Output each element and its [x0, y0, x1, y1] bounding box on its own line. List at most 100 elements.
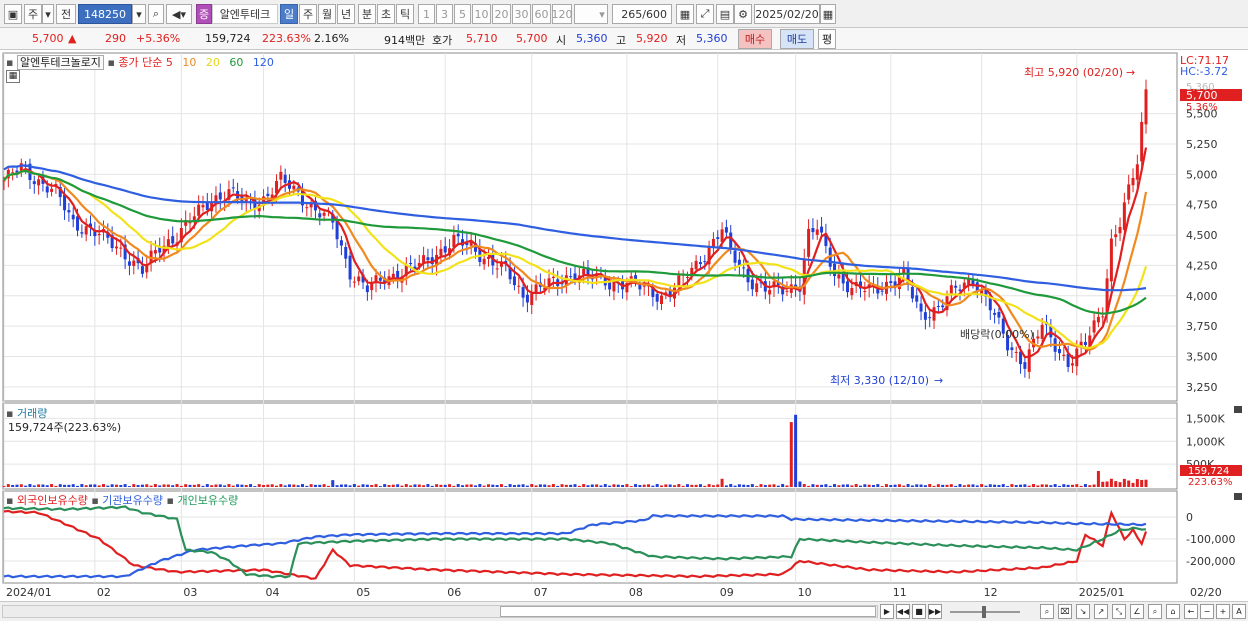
volume-bar	[936, 484, 940, 487]
candle-body	[785, 290, 789, 292]
volume-bar	[491, 484, 495, 487]
volume-bar	[240, 484, 244, 487]
volume-bar	[296, 485, 300, 487]
volume-bar	[884, 484, 888, 487]
pan-icon[interactable]: ←	[1184, 604, 1198, 619]
magnify-icon[interactable]: ⌕	[1148, 604, 1162, 619]
calendar-icon[interactable]: ▦	[820, 4, 836, 24]
volume-bar	[638, 485, 642, 487]
candle-body	[197, 204, 201, 216]
interval-20[interactable]: 20	[492, 4, 511, 24]
interval-60[interactable]: 60	[532, 4, 551, 24]
search-icon[interactable]: ⌕	[148, 4, 164, 24]
volume-bar	[846, 484, 850, 487]
period-second[interactable]: 초	[377, 4, 395, 24]
scroll-thumb[interactable]	[500, 606, 876, 617]
custom-interval-input[interactable]: ▾	[574, 4, 608, 24]
zoom-slider-handle[interactable]	[982, 606, 986, 618]
volume-bar	[521, 484, 525, 487]
stock-fullname[interactable]: 알엔투테크놀로지	[16, 55, 104, 70]
angle-tool-icon[interactable]: ∠	[1130, 604, 1144, 619]
candle-body	[439, 248, 443, 256]
y-tick-label: 4,000	[1186, 290, 1218, 303]
window-icon[interactable]: ▣	[4, 4, 22, 24]
sell-button[interactable]: 매도	[780, 29, 814, 49]
volume-bar	[179, 485, 183, 487]
market-prefix[interactable]: 전	[56, 4, 76, 24]
lock-icon[interactable]: ⌂	[1166, 604, 1180, 619]
trend-tool-icon[interactable]: ⤡	[1112, 604, 1126, 619]
stop-icon[interactable]: ■	[912, 604, 926, 619]
period-tick[interactable]: 틱	[396, 4, 414, 24]
candle-body	[1140, 121, 1144, 162]
interval-30[interactable]: 30	[512, 4, 531, 24]
volume-bar	[841, 484, 845, 487]
volume-value: 159,724	[205, 32, 251, 45]
volume-bar	[616, 484, 620, 487]
font-size-icon[interactable]: A	[1232, 604, 1246, 619]
zoom-icon[interactable]: ⌕	[1040, 604, 1054, 619]
interval-1[interactable]: 1	[418, 4, 435, 24]
volume-bar	[763, 485, 767, 487]
stock-name[interactable]: 알엔투테크	[212, 4, 278, 24]
market-dropdown-icon[interactable]: ▾	[42, 4, 54, 24]
period-year[interactable]: 년	[337, 4, 355, 24]
volume-bar	[58, 484, 62, 487]
stock-chart[interactable]: 5,5005,2505,0004,7504,5004,2504,0003,750…	[0, 51, 1248, 601]
candle-body	[685, 276, 689, 278]
volume-bar	[871, 485, 875, 487]
interval-10[interactable]: 10	[472, 4, 491, 24]
code-dropdown-icon[interactable]: ▾	[132, 4, 146, 24]
date-input[interactable]: 2025/02/20	[754, 4, 820, 24]
buy-button[interactable]: 매수	[738, 29, 772, 49]
crosshair-icon[interactable]: ↘	[1076, 604, 1090, 619]
candle-body	[1122, 202, 1126, 230]
settings-gear-icon[interactable]: ⚙	[734, 4, 752, 24]
volume-bar	[538, 484, 542, 487]
candle-body	[1036, 336, 1040, 339]
period-month[interactable]: 월	[318, 4, 336, 24]
bottom-scrollbar[interactable]: ▶ ◀◀ ■ ▶▶ ⌕ ⌧ ↘ ↗ ⤡ ∠ ⌕ ⌂ ← − + A	[0, 601, 1248, 621]
holdings-pane-close-icon[interactable]	[1234, 493, 1242, 500]
scroll-right-icon[interactable]: ▶	[880, 604, 894, 619]
stock-code-input[interactable]: 148250	[78, 4, 132, 24]
period-minute[interactable]: 분	[358, 4, 376, 24]
count-input[interactable]: 265/600	[612, 4, 672, 24]
scroll-next-icon[interactable]: ▶▶	[928, 604, 942, 619]
stock-code-value: 148250	[84, 7, 126, 21]
market-select[interactable]: 주	[24, 4, 42, 24]
volume-bar	[24, 485, 28, 487]
fit-icon[interactable]: ⌧	[1058, 604, 1072, 619]
grid-toggle-icon[interactable]: ▦	[6, 70, 20, 83]
save-icon[interactable]: ▤	[716, 4, 734, 24]
volume-bar	[67, 484, 71, 487]
line-tool-icon[interactable]: ↗	[1094, 604, 1108, 619]
volume-tag-text: 159,724	[1188, 466, 1229, 477]
scroll-prev-icon[interactable]: ◀◀	[896, 604, 910, 619]
interval-120[interactable]: 120	[552, 4, 573, 24]
volume-bar	[560, 484, 564, 487]
candle-body	[279, 171, 283, 180]
zoom-out-icon[interactable]: −	[1200, 604, 1214, 619]
volume-bar	[6, 484, 10, 487]
period-day[interactable]: 일	[280, 4, 298, 24]
zoom-in-icon[interactable]: +	[1216, 604, 1230, 619]
price-pane-legend: ▪ 알엔투테크놀로지 ▪ 종가 단순 5 10 20 60 120	[6, 54, 280, 70]
volume-bar	[833, 484, 837, 487]
interval-5[interactable]: 5	[454, 4, 471, 24]
volume-bar	[525, 485, 529, 487]
speaker-icon[interactable]: ◀▾	[166, 4, 192, 24]
volume-bar	[1057, 485, 1061, 487]
volume-bar	[361, 484, 365, 487]
chart-tools-icon[interactable]: ▦	[676, 4, 694, 24]
volume-pane-close-icon[interactable]	[1234, 406, 1242, 413]
chart-area[interactable]: 5,500 5,250 5,000 4,750 4,500 4,250 4,000 3,750…	[0, 51, 1248, 601]
volume-bar	[443, 484, 447, 487]
volume-bar	[231, 485, 235, 487]
volume-bar	[495, 485, 499, 487]
avg-button[interactable]: 평	[818, 29, 836, 49]
compare-icon[interactable]: ⤢	[696, 4, 714, 24]
period-week[interactable]: 주	[299, 4, 317, 24]
volume-bar	[595, 484, 599, 487]
interval-3[interactable]: 3	[436, 4, 453, 24]
